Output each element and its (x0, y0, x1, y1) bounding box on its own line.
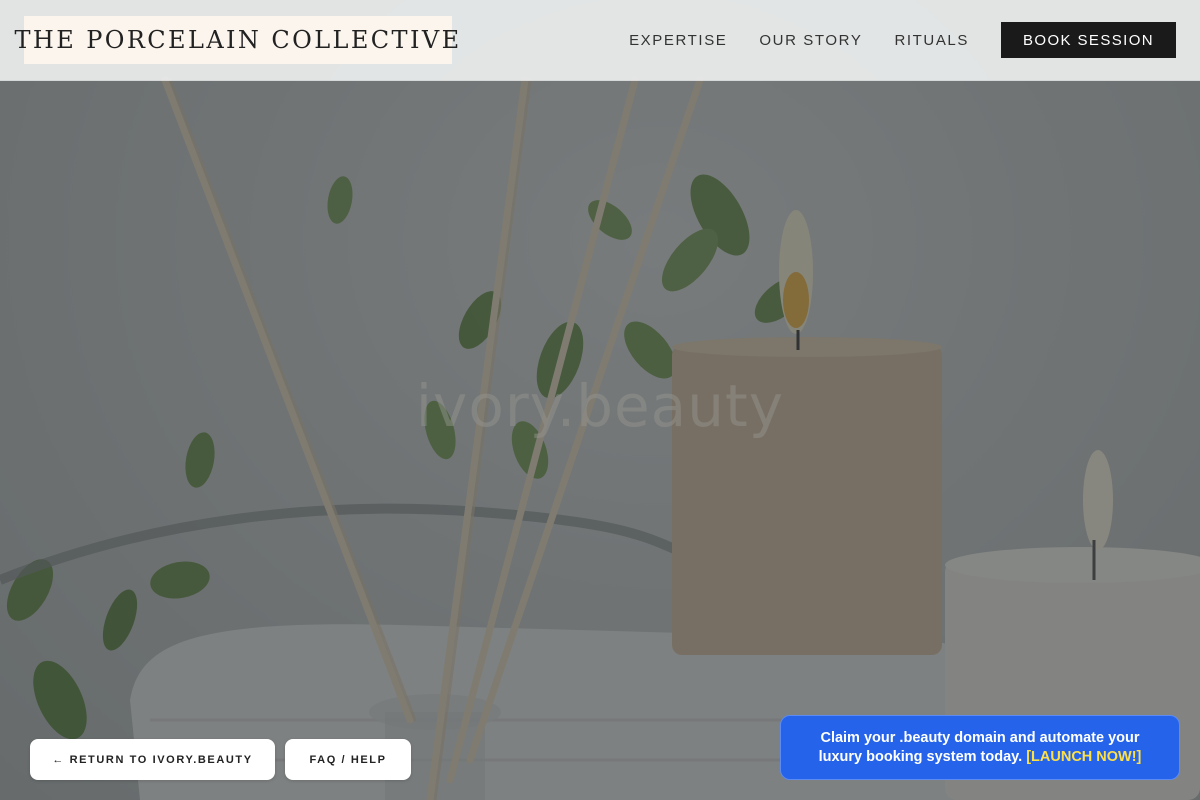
nav-link-rituals[interactable]: RITUALS (894, 32, 969, 49)
site-header: THE PORCELAIN COLLECTIVE EXPERTISE OUR S… (0, 0, 1200, 81)
promo-launch-link[interactable]: [LAUNCH NOW!] (1026, 749, 1141, 765)
return-to-site-button[interactable]: ← RETURN TO IVORY.BEAUTY (30, 739, 275, 780)
brand-logo[interactable]: THE PORCELAIN COLLECTIVE (15, 16, 459, 64)
page: ivory.beauty THE PORCELAIN COLLECTIVE EX… (0, 0, 1200, 800)
faq-help-button[interactable]: FAQ / HELP (285, 739, 411, 780)
main-nav: EXPERTISE OUR STORY RITUALS BOOK SESSION (629, 22, 1176, 58)
nav-link-expertise[interactable]: EXPERTISE (629, 32, 727, 49)
promo-banner[interactable]: Claim your .beauty domain and automate y… (780, 715, 1180, 780)
brand-name: THE PORCELAIN COLLECTIVE (14, 26, 462, 54)
book-session-button[interactable]: BOOK SESSION (1001, 22, 1176, 58)
hero-watermark-text: ivory.beauty (415, 372, 785, 440)
nav-link-our-story[interactable]: OUR STORY (759, 32, 862, 49)
promo-message: Claim your .beauty domain and automate y… (805, 729, 1155, 767)
